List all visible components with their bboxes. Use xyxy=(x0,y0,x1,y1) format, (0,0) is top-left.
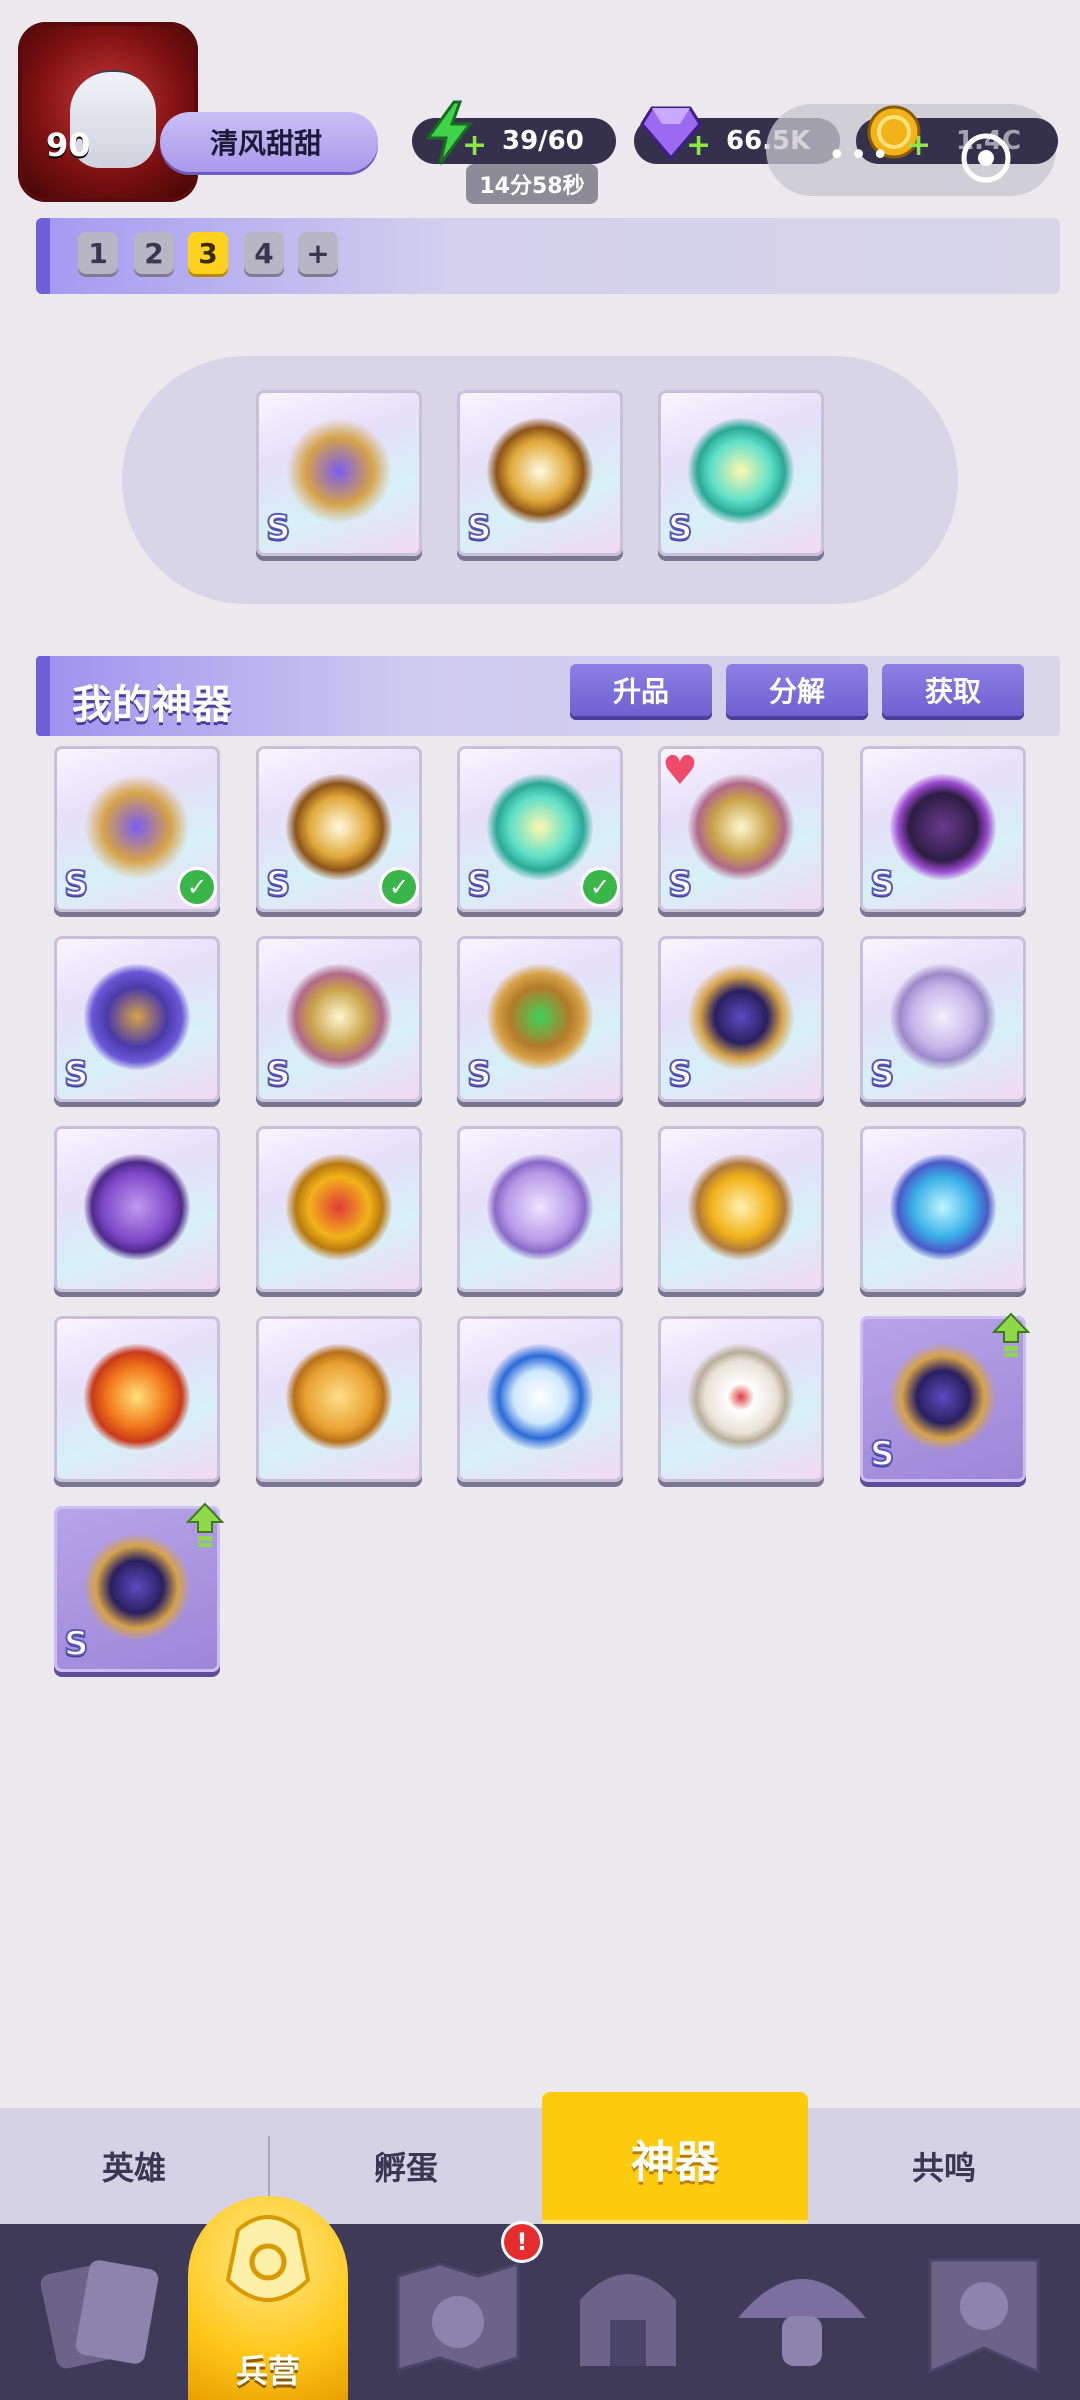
team-slot-2[interactable]: 2 xyxy=(134,232,174,274)
artifact-card[interactable]: S xyxy=(860,936,1026,1102)
equipped-slot-2[interactable]: S xyxy=(457,390,623,556)
tab-hatch[interactable]: 孵蛋 xyxy=(270,2108,542,2224)
add-team-button[interactable]: + xyxy=(298,232,338,274)
artifact-card[interactable]: S xyxy=(457,936,623,1102)
rank-label: S xyxy=(63,1053,89,1095)
rank-label: S xyxy=(63,863,89,905)
artifact-card[interactable]: S xyxy=(860,746,1026,912)
rank-label: S xyxy=(466,507,492,549)
tab-artifacts[interactable]: 神器 xyxy=(542,2092,808,2224)
upgrade-arrow-icon xyxy=(186,1502,224,1547)
purple-bird-icon xyxy=(84,964,190,1070)
cards-icon[interactable] xyxy=(12,2230,188,2400)
artifact-card[interactable] xyxy=(457,1126,623,1292)
team-slot-1[interactable]: 1 xyxy=(78,232,118,274)
upgrade-button[interactable]: 升品 xyxy=(570,664,712,716)
golden-staff-icon xyxy=(286,418,392,524)
golden-staff-icon xyxy=(84,774,190,880)
blue-flame-gauntlet-icon xyxy=(890,1154,996,1260)
rank-label: S xyxy=(667,863,693,905)
alert-badge: ! xyxy=(504,2224,540,2260)
shop-icon[interactable] xyxy=(540,2230,716,2400)
close-miniprogram-icon[interactable] xyxy=(956,128,1016,188)
more-menu-icon[interactable]: ••• xyxy=(828,138,893,173)
rank-label: S xyxy=(265,507,291,549)
gems-add-icon[interactable]: + xyxy=(686,128,711,163)
energy-timer: 14分58秒 xyxy=(466,164,598,204)
player-level: 90 xyxy=(46,126,91,164)
rank-label: S xyxy=(466,863,492,905)
energy-value: 39/60 xyxy=(502,126,584,156)
artifact-card[interactable]: S ✓ xyxy=(457,746,623,912)
rank-label: S xyxy=(869,1433,895,1475)
rank-label: S xyxy=(869,1053,895,1095)
player-name: 清风甜甜 xyxy=(210,127,323,160)
artifact-card[interactable]: S xyxy=(256,936,422,1102)
team-slot-4[interactable]: 4 xyxy=(244,232,284,274)
energy-add-icon[interactable]: + xyxy=(462,128,487,163)
nav-active-label: 兵营 xyxy=(235,2352,300,2390)
rank-label: S xyxy=(869,863,895,905)
crossbow-sword-icon xyxy=(688,774,794,880)
artifact-card[interactable] xyxy=(54,1316,220,1482)
equipped-slot-3[interactable]: S xyxy=(658,390,824,556)
equipped-check-icon: ✓ xyxy=(382,870,416,904)
artifact-card[interactable]: S ✓ xyxy=(54,746,220,912)
dark-hood-icon xyxy=(890,774,996,880)
crystal-orb-icon xyxy=(890,964,996,1070)
lavender-pouch-icon xyxy=(487,1154,593,1260)
equipped-slot-1[interactable]: S xyxy=(256,390,422,556)
dice-icon xyxy=(688,1344,794,1450)
gold-add-icon[interactable]: + xyxy=(906,128,931,163)
golden-bow-icon xyxy=(688,964,794,1070)
potion-bottle-icon xyxy=(688,1154,794,1260)
artifact-card[interactable] xyxy=(256,1126,422,1292)
guild-banner-icon[interactable] xyxy=(896,2230,1072,2400)
barracks-icon xyxy=(225,2215,311,2302)
artifact-card[interactable] xyxy=(256,1316,422,1482)
rank-label: S xyxy=(265,863,291,905)
golden-ring-icon xyxy=(286,774,392,880)
dismantle-button[interactable]: 分解 xyxy=(726,664,868,716)
artifact-card[interactable] xyxy=(860,1126,1026,1292)
rank-label: S xyxy=(466,1053,492,1095)
golden-bow-icon xyxy=(890,1344,996,1450)
artifact-card[interactable] xyxy=(658,1126,824,1292)
rank-label: S xyxy=(667,507,693,549)
favorite-heart-icon: ♥ xyxy=(662,748,698,794)
teal-scroll-icon xyxy=(487,774,593,880)
artifact-card[interactable] xyxy=(457,1316,623,1482)
artifact-card[interactable] xyxy=(658,1316,824,1482)
artifact-card[interactable]: S xyxy=(658,936,824,1102)
emerald-wand-icon xyxy=(487,964,593,1070)
fire-torch-icon xyxy=(84,1344,190,1450)
equipped-check-icon: ✓ xyxy=(583,870,617,904)
rank-label: S xyxy=(265,1053,291,1095)
golden-ring-icon xyxy=(487,418,593,524)
rank-label: S xyxy=(667,1053,693,1095)
artifact-card[interactable]: S xyxy=(54,936,220,1102)
artifact-card[interactable]: S ✓ xyxy=(256,746,422,912)
magic-scroll-icon xyxy=(286,1344,392,1450)
section-title: 我的神器 xyxy=(72,682,232,728)
artifact-card[interactable] xyxy=(54,1126,220,1292)
artifact-card[interactable]: ♥ S xyxy=(658,746,824,912)
stopwatch-icon xyxy=(487,1344,593,1450)
obtain-button[interactable]: 获取 xyxy=(882,664,1024,716)
purple-horn-icon xyxy=(84,1154,190,1260)
mushroom-icon[interactable] xyxy=(714,2230,890,2400)
crossbow-sword-icon xyxy=(286,964,392,1070)
teal-scroll-icon xyxy=(688,418,794,524)
royal-crown-icon xyxy=(286,1154,392,1260)
tab-resonance[interactable]: 共鸣 xyxy=(808,2108,1080,2224)
golden-bow-icon xyxy=(84,1534,190,1640)
rank-label: S xyxy=(63,1623,89,1665)
equipped-check-icon: ✓ xyxy=(180,870,214,904)
team-slot-3[interactable]: 3 xyxy=(188,232,228,274)
upgrade-arrow-icon xyxy=(992,1312,1030,1357)
